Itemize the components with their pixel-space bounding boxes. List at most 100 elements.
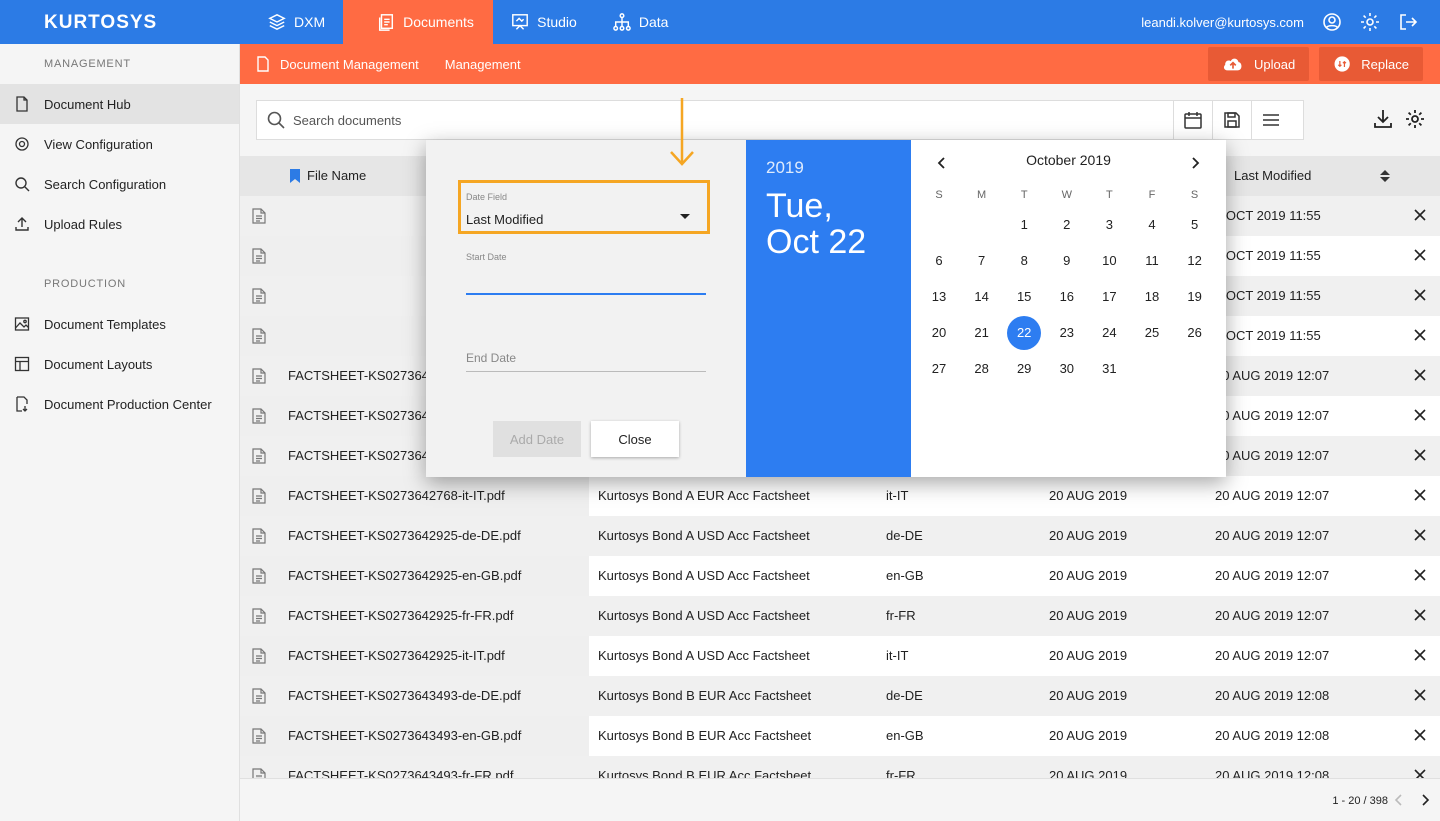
- sidebar-item-document-templates[interactable]: Document Templates: [0, 304, 239, 344]
- calendar-day[interactable]: 1: [1007, 208, 1041, 242]
- delete-button[interactable]: [1413, 328, 1429, 344]
- download-icon[interactable]: [1372, 108, 1394, 130]
- sidebar-item-view-configuration[interactable]: View Configuration: [0, 124, 239, 164]
- calendar-day[interactable]: 2: [1050, 208, 1084, 242]
- delete-button[interactable]: [1413, 728, 1429, 744]
- cell-file-name[interactable]: FACTSHEET-KS0273643493-en-GB.pdf: [288, 716, 521, 756]
- nav-studio[interactable]: Studio: [493, 0, 595, 44]
- calendar-day[interactable]: 30: [1050, 352, 1084, 386]
- cell-file-name[interactable]: FACTSHEET-KS0273643493-de-DE.pdf: [288, 676, 521, 716]
- delete-button[interactable]: [1413, 568, 1429, 584]
- search-input[interactable]: [293, 112, 1173, 128]
- breadcrumb-management[interactable]: Management: [445, 57, 521, 72]
- calendar-day[interactable]: 13: [922, 280, 956, 314]
- nav-data[interactable]: Data: [595, 0, 687, 44]
- cell-file-name[interactable]: FACTSHEET-KS027364: [288, 436, 429, 476]
- calendar-day[interactable]: 4: [1135, 208, 1169, 242]
- sidebar-item-document-production-center[interactable]: Document Production Center: [0, 384, 239, 424]
- calendar-day[interactable]: 24: [1092, 316, 1126, 350]
- sidebar-item-upload-rules[interactable]: Upload Rules: [0, 204, 239, 244]
- delete-button[interactable]: [1413, 608, 1429, 624]
- calendar-day-selected[interactable]: 22: [1007, 316, 1042, 350]
- calendar-day[interactable]: 31: [1092, 352, 1126, 386]
- menu-button[interactable]: [1251, 101, 1290, 139]
- calendar-day[interactable]: 19: [1178, 280, 1212, 314]
- cell-file-name[interactable]: FACTSHEET-KS0273642925-it-IT.pdf: [288, 636, 505, 676]
- delete-button[interactable]: [1413, 528, 1429, 544]
- upload-button[interactable]: Upload: [1208, 47, 1310, 81]
- nav-dxm[interactable]: DXM: [250, 0, 343, 44]
- sidebar-item-search-configuration[interactable]: Search Configuration: [0, 164, 239, 204]
- delete-button[interactable]: [1413, 288, 1429, 304]
- calendar-day[interactable]: 18: [1135, 280, 1169, 314]
- end-date-input[interactable]: End Date: [466, 351, 516, 365]
- delete-button[interactable]: [1413, 448, 1429, 464]
- close-button[interactable]: Close: [591, 421, 679, 457]
- add-date-button[interactable]: Add Date: [493, 421, 581, 457]
- cell-file-name[interactable]: FACTSHEET-KS0273642768-it-IT.pdf: [288, 476, 505, 516]
- sidebar-item-document-layouts[interactable]: Document Layouts: [0, 344, 239, 384]
- calendar-day[interactable]: 10: [1092, 244, 1126, 278]
- calendar-day[interactable]: 5: [1178, 208, 1212, 242]
- delete-button[interactable]: [1413, 408, 1429, 424]
- calendar-day[interactable]: 29: [1007, 352, 1041, 386]
- delete-button[interactable]: [1413, 648, 1429, 664]
- calendar-day[interactable]: 20: [922, 316, 956, 350]
- table-row[interactable]: FACTSHEET-KS0273642925-en-GB.pdf Kurtosys…: [240, 556, 1440, 596]
- delete-button[interactable]: [1413, 208, 1429, 224]
- delete-button[interactable]: [1413, 368, 1429, 384]
- calendar-day[interactable]: 21: [965, 316, 999, 350]
- table-row[interactable]: FACTSHEET-KS0273642925-fr-FR.pdf Kurtosys…: [240, 596, 1440, 636]
- calendar-day[interactable]: 14: [965, 280, 999, 314]
- calendar-day[interactable]: 16: [1050, 280, 1084, 314]
- start-date-input[interactable]: [466, 293, 706, 295]
- calendar-day[interactable]: 9: [1050, 244, 1084, 278]
- table-row[interactable]: FACTSHEET-KS0273643493-fr-FR.pdf Kurtosys…: [240, 756, 1440, 778]
- calendar-day[interactable]: 28: [965, 352, 999, 386]
- date-field-select[interactable]: Date Field Last Modified: [458, 180, 710, 234]
- delete-button[interactable]: [1413, 688, 1429, 704]
- delete-button[interactable]: [1413, 248, 1429, 264]
- cell-file-name[interactable]: FACTSHEET-KS0273643493-fr-FR.pdf: [288, 756, 513, 778]
- calendar-day[interactable]: 17: [1092, 280, 1126, 314]
- cell-file-name[interactable]: FACTSHEET-KS0273642925-de-DE.pdf: [288, 516, 521, 556]
- selected-year[interactable]: 2019: [766, 158, 804, 178]
- save-button[interactable]: [1212, 101, 1251, 139]
- cell-file-name[interactable]: FACTSHEET-KS027364: [288, 396, 429, 436]
- calendar-day[interactable]: 11: [1135, 244, 1169, 278]
- chevron-right-icon[interactable]: [1418, 793, 1432, 807]
- header-file-name[interactable]: File Name: [307, 156, 366, 196]
- sidebar-item-document-hub[interactable]: Document Hub: [0, 84, 239, 124]
- gear-icon[interactable]: [1360, 12, 1380, 32]
- table-row[interactable]: FACTSHEET-KS0273643493-de-DE.pdf Kurtosys…: [240, 676, 1440, 716]
- table-row[interactable]: FACTSHEET-KS0273642768-it-IT.pdf Kurtosys…: [240, 476, 1440, 516]
- calendar-day[interactable]: 27: [922, 352, 956, 386]
- table-row[interactable]: FACTSHEET-KS0273642925-de-DE.pdf Kurtosys…: [240, 516, 1440, 556]
- cell-file-name[interactable]: FACTSHEET-KS0273642925-fr-FR.pdf: [288, 596, 513, 636]
- user-email[interactable]: leandi.kolver@kurtosys.com: [1141, 15, 1304, 30]
- table-row[interactable]: FACTSHEET-KS0273643493-en-GB.pdf Kurtosys…: [240, 716, 1440, 756]
- calendar-day[interactable]: 6: [922, 244, 956, 278]
- logout-icon[interactable]: [1398, 12, 1418, 32]
- delete-button[interactable]: [1413, 488, 1429, 504]
- nav-documents[interactable]: Documents: [343, 0, 494, 44]
- calendar-day[interactable]: 12: [1178, 244, 1212, 278]
- calendar-day[interactable]: 3: [1092, 208, 1126, 242]
- header-last-modified[interactable]: Last Modified: [1234, 156, 1311, 196]
- cell-file-name[interactable]: FACTSHEET-KS027364: [288, 356, 429, 396]
- chevron-right-icon[interactable]: [1188, 156, 1202, 170]
- table-row[interactable]: FACTSHEET-KS0273642925-it-IT.pdf Kurtosys…: [240, 636, 1440, 676]
- replace-button[interactable]: Replace: [1319, 47, 1423, 81]
- cell-file-name[interactable]: FACTSHEET-KS0273642925-en-GB.pdf: [288, 556, 521, 596]
- calendar-day[interactable]: 25: [1135, 316, 1169, 350]
- user-icon[interactable]: [1322, 12, 1342, 32]
- calendar-day[interactable]: 26: [1178, 316, 1212, 350]
- calendar-day[interactable]: 23: [1050, 316, 1084, 350]
- breadcrumb-document-management[interactable]: Document Management: [280, 57, 419, 72]
- sort-icon[interactable]: [1380, 170, 1390, 182]
- gear-icon[interactable]: [1404, 108, 1426, 130]
- delete-button[interactable]: [1413, 768, 1429, 778]
- calendar-day[interactable]: 7: [965, 244, 999, 278]
- calendar-day[interactable]: 15: [1007, 280, 1041, 314]
- chevron-left-icon[interactable]: [1392, 793, 1406, 807]
